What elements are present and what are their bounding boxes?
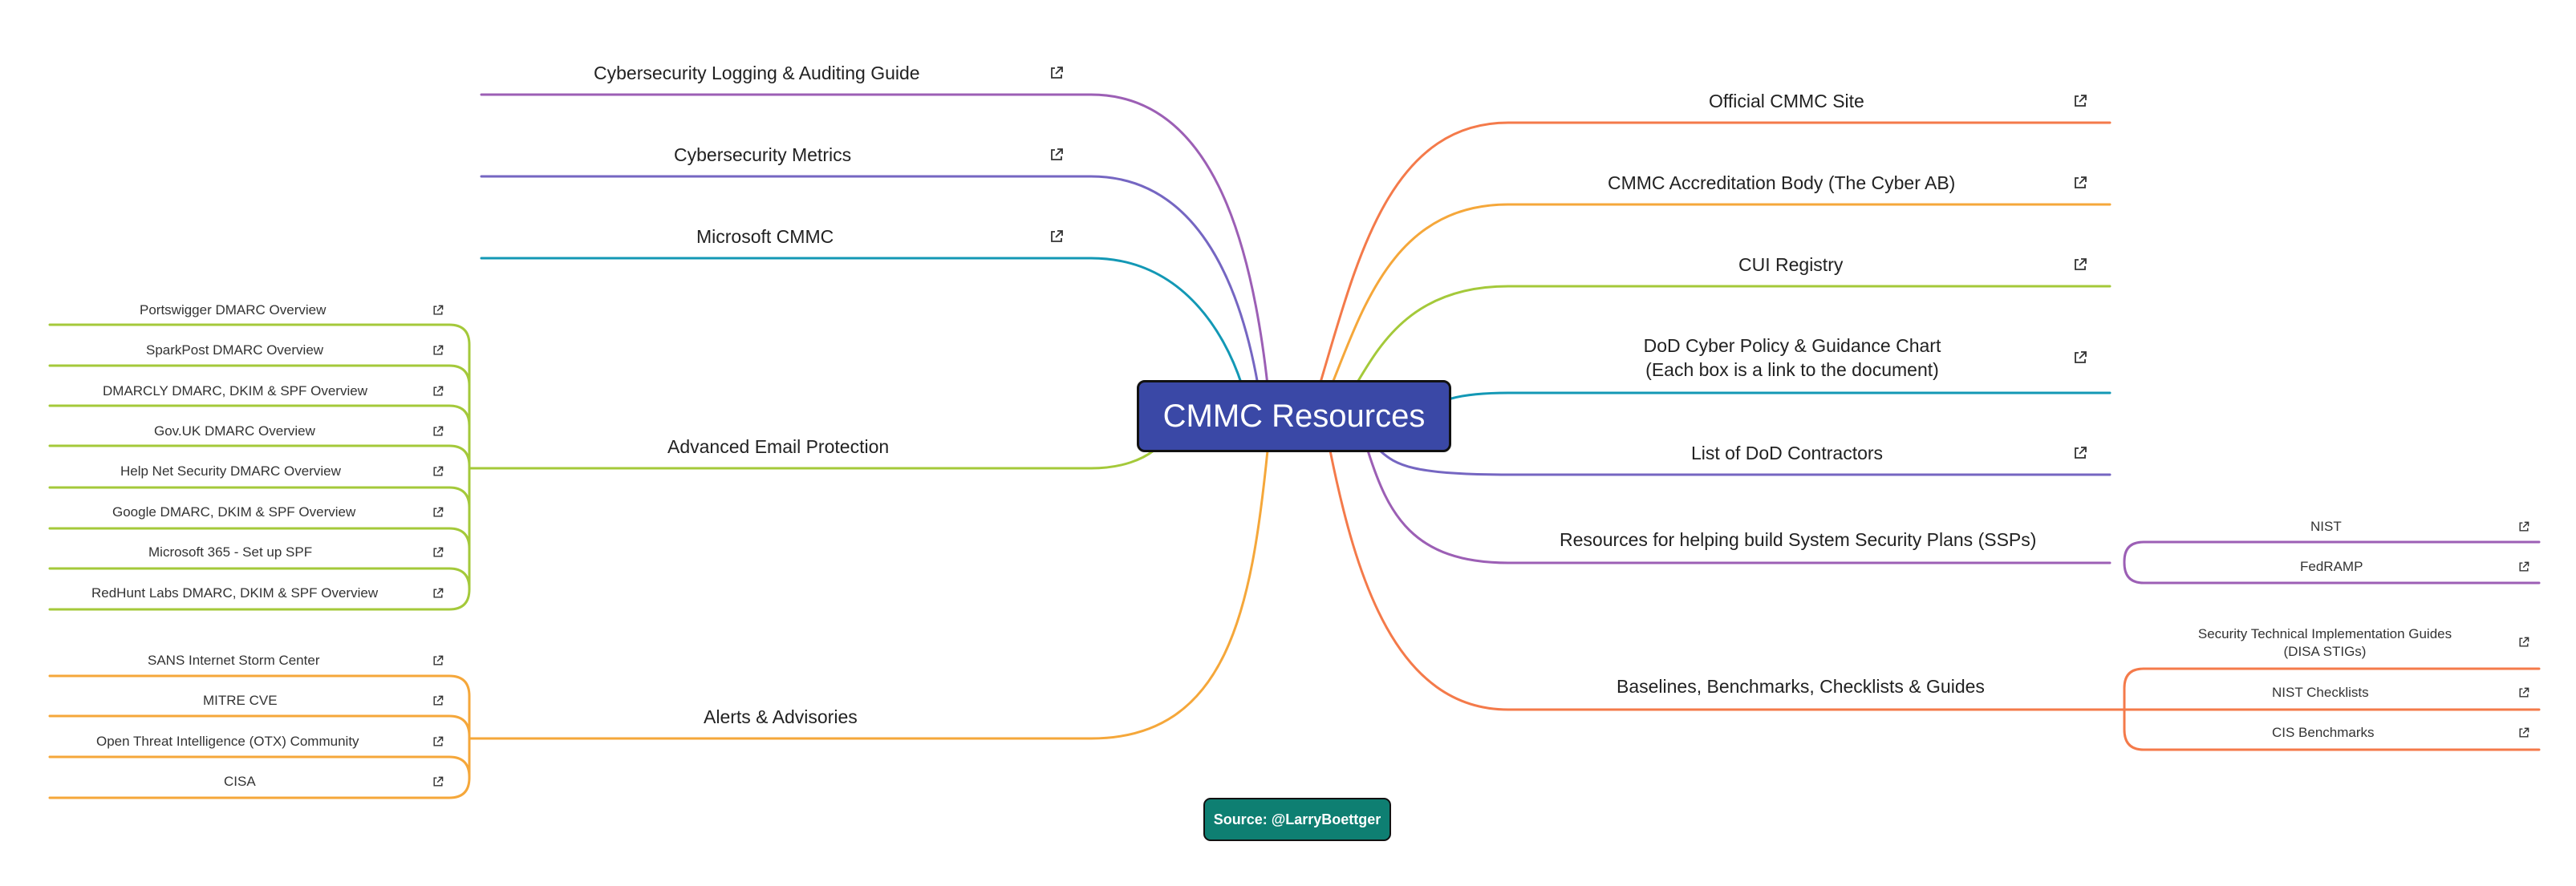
baselines-item-stigs-line1: Security Technical Implementation Guides bbox=[2197, 626, 2452, 641]
topic-policy-chart-line2: (Each box is a link to the document) bbox=[1645, 359, 1939, 380]
email-item[interactable]: Google DMARC, DKIM & SPF Overview bbox=[112, 504, 355, 521]
email-item[interactable]: RedHunt Labs DMARC, DKIM & SPF Overview bbox=[91, 585, 378, 602]
topic-ssp-resources[interactable]: Resources for helping build System Secur… bbox=[1560, 528, 2036, 552]
external-link-icon[interactable] bbox=[2517, 520, 2530, 533]
topic-accreditation-body[interactable]: CMMC Accreditation Body (The Cyber AB) bbox=[1608, 171, 1955, 195]
baselines-item[interactable]: NIST Checklists bbox=[2272, 684, 2369, 702]
ssp-item[interactable]: NIST bbox=[2310, 518, 2342, 536]
external-link-icon[interactable] bbox=[432, 694, 444, 707]
alerts-item[interactable]: MITRE CVE bbox=[203, 692, 278, 710]
external-link-icon[interactable] bbox=[2517, 636, 2530, 649]
central-topic-label: CMMC Resources bbox=[1162, 398, 1426, 434]
external-link-icon[interactable] bbox=[2072, 175, 2088, 191]
email-item[interactable]: Portswigger DMARC Overview bbox=[140, 301, 326, 319]
topic-policy-chart-line1: DoD Cyber Policy & Guidance Chart bbox=[1643, 335, 1941, 356]
mindmap-canvas: CMMC Resources Cybersecurity Logging & A… bbox=[0, 0, 2576, 886]
external-link-icon[interactable] bbox=[432, 775, 444, 788]
external-link-icon[interactable] bbox=[1049, 147, 1065, 163]
external-link-icon[interactable] bbox=[2517, 726, 2530, 739]
baselines-item[interactable]: CIS Benchmarks bbox=[2272, 724, 2375, 742]
email-item[interactable]: DMARCLY DMARC, DKIM & SPF Overview bbox=[103, 382, 367, 400]
external-link-icon[interactable] bbox=[432, 654, 444, 667]
topic-alerts-advisories[interactable]: Alerts & Advisories bbox=[704, 705, 858, 729]
external-link-icon[interactable] bbox=[2072, 445, 2088, 461]
email-item[interactable]: Gov.UK DMARC Overview bbox=[154, 423, 315, 440]
baselines-item-stigs-line2: (DISA STIGs) bbox=[2283, 644, 2367, 659]
email-item[interactable]: SparkPost DMARC Overview bbox=[146, 342, 323, 359]
external-link-icon[interactable] bbox=[1049, 229, 1065, 245]
external-link-icon[interactable] bbox=[2072, 350, 2088, 366]
external-link-icon[interactable] bbox=[432, 587, 444, 600]
email-item[interactable]: Help Net Security DMARC Overview bbox=[120, 463, 341, 480]
external-link-icon[interactable] bbox=[2072, 93, 2088, 109]
ssp-item[interactable]: FedRAMP bbox=[2300, 558, 2363, 576]
email-item[interactable]: Microsoft 365 - Set up SPF bbox=[148, 544, 312, 561]
external-link-icon[interactable] bbox=[432, 735, 444, 748]
central-topic[interactable]: CMMC Resources bbox=[1137, 380, 1451, 452]
alerts-item[interactable]: Open Threat Intelligence (OTX) Community bbox=[96, 733, 359, 750]
topic-cui-registry[interactable]: CUI Registry bbox=[1738, 253, 1843, 277]
source-label: Source: @LarryBoettger bbox=[1213, 811, 1381, 827]
topic-official-site[interactable]: Official CMMC Site bbox=[1709, 89, 1864, 113]
source-badge: Source: @LarryBoettger bbox=[1203, 798, 1391, 841]
topic-policy-chart[interactable]: DoD Cyber Policy & Guidance Chart (Each … bbox=[1633, 334, 1951, 382]
external-link-icon[interactable] bbox=[432, 546, 444, 559]
external-link-icon[interactable] bbox=[432, 344, 444, 357]
external-link-icon[interactable] bbox=[2517, 686, 2530, 699]
baselines-item-stigs[interactable]: Security Technical Implementation Guides… bbox=[2180, 625, 2469, 661]
alerts-item[interactable]: CISA bbox=[224, 773, 256, 791]
external-link-icon[interactable] bbox=[432, 506, 444, 519]
external-link-icon[interactable] bbox=[2517, 560, 2530, 573]
external-link-icon[interactable] bbox=[2072, 257, 2088, 273]
topic-metrics[interactable]: Cybersecurity Metrics bbox=[674, 143, 851, 167]
topic-microsoft-cmmc[interactable]: Microsoft CMMC bbox=[696, 225, 834, 249]
external-link-icon[interactable] bbox=[432, 425, 444, 438]
topic-logging-guide[interactable]: Cybersecurity Logging & Auditing Guide bbox=[594, 61, 920, 85]
alerts-item[interactable]: SANS Internet Storm Center bbox=[148, 652, 319, 670]
external-link-icon[interactable] bbox=[432, 304, 444, 317]
external-link-icon[interactable] bbox=[1049, 65, 1065, 81]
external-link-icon[interactable] bbox=[432, 465, 444, 478]
topic-dod-contractors[interactable]: List of DoD Contractors bbox=[1691, 441, 1883, 465]
topic-baselines[interactable]: Baselines, Benchmarks, Checklists & Guid… bbox=[1617, 674, 1985, 698]
external-link-icon[interactable] bbox=[432, 385, 444, 398]
topic-email-protection[interactable]: Advanced Email Protection bbox=[667, 435, 889, 459]
